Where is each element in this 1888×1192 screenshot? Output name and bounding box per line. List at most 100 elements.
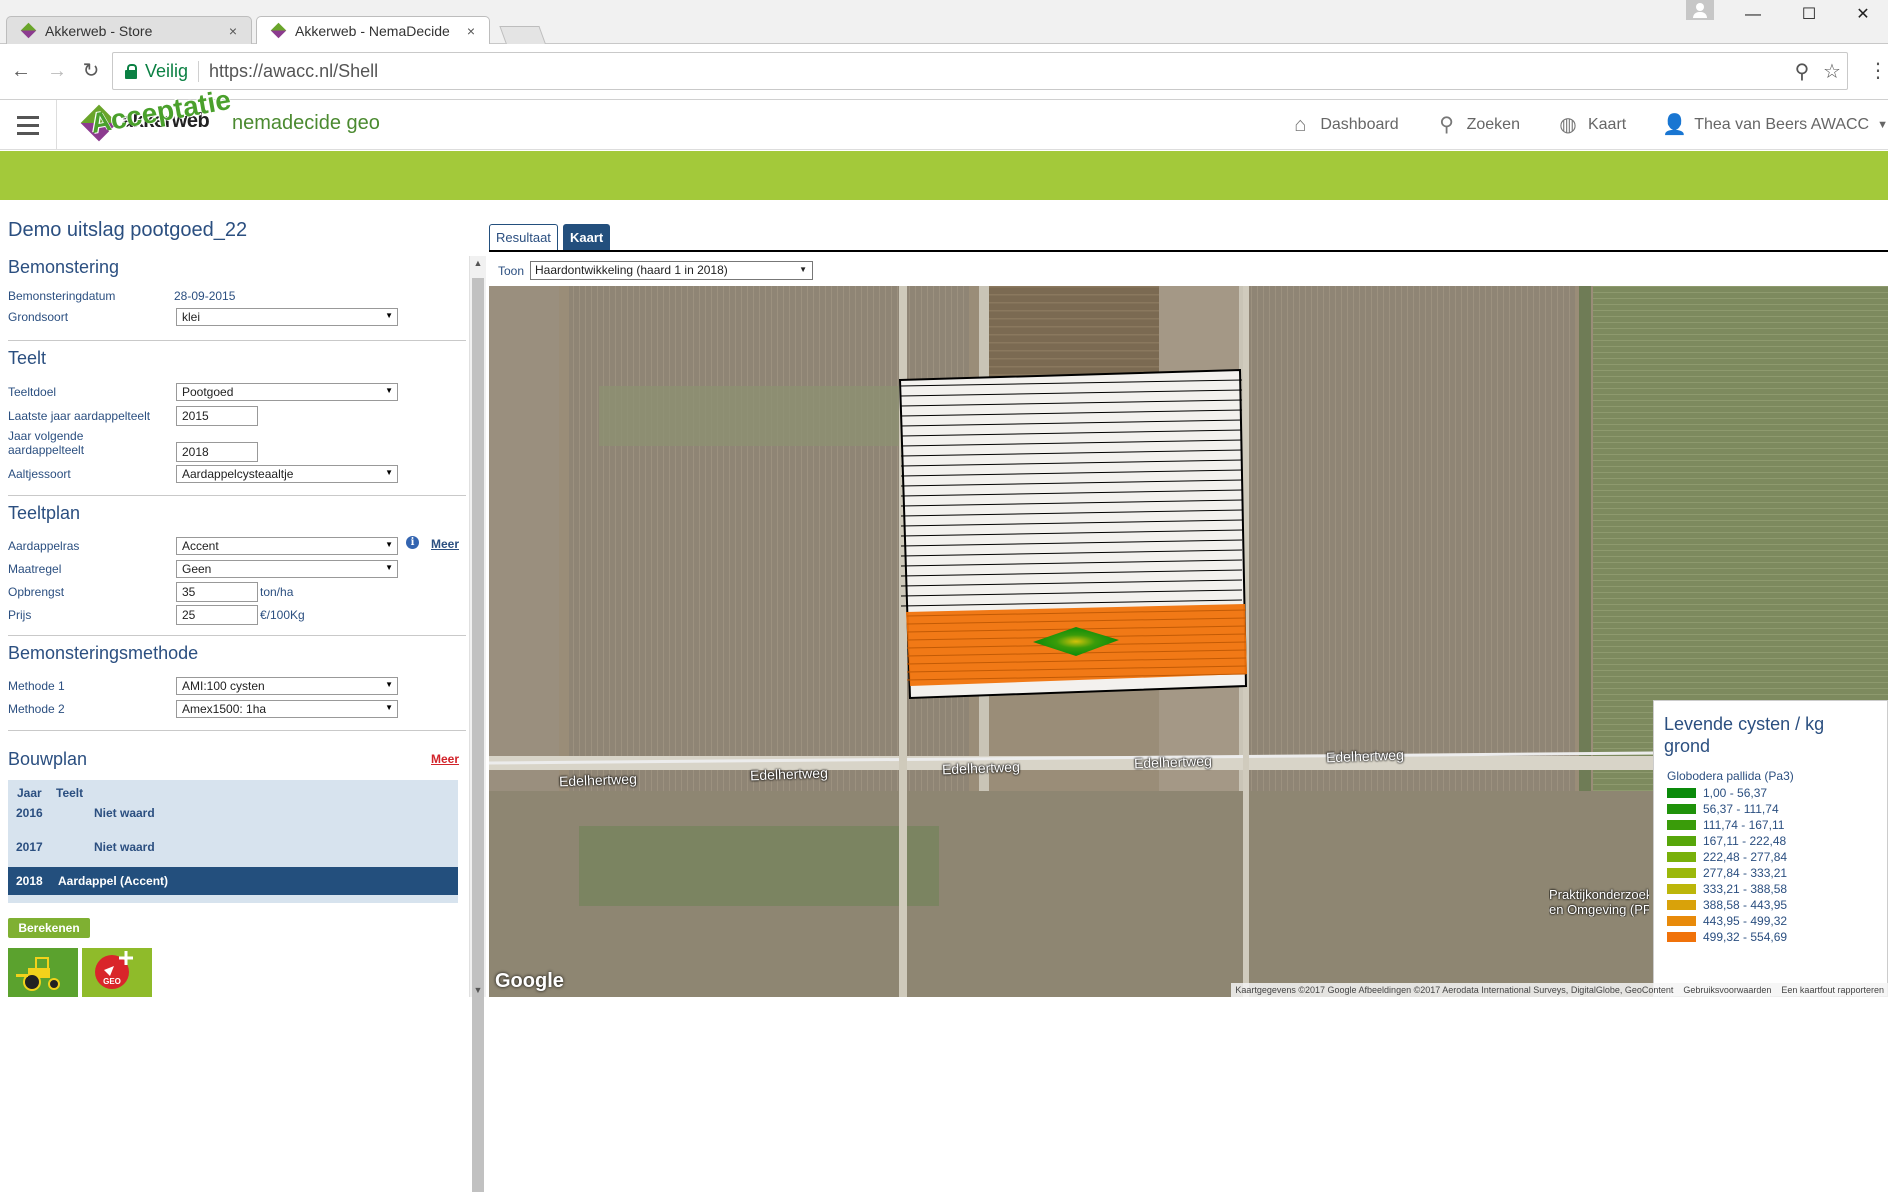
omnibox[interactable]: Veilig https://awacc.nl/Shell ⚲ ☆ [112,52,1848,90]
tab-close-icon[interactable]: × [225,23,241,39]
reload-icon[interactable]: ↻ [78,58,104,84]
akkerweb-favicon-icon [21,23,37,39]
bouwplan-col-jaar: Jaar [17,786,42,800]
scroll-up-icon[interactable]: ▲ [470,258,486,268]
satellite-map[interactable]: Edelhertweg Edelhertweg Edelhertweg Edel… [489,286,1888,997]
geo-tile[interactable]: GEO [82,948,152,997]
star-icon[interactable]: ☆ [1817,59,1847,84]
maatregel-label: Maatregel [8,562,62,576]
legend-subtitle: Globodera pallida (Pa3) [1667,769,1794,783]
aardappelras-select[interactable]: Accent [176,537,398,555]
nav-zoeken-label: Zoeken [1466,116,1520,133]
bouwplan-teelt: Aardappel (Accent) [58,874,169,888]
divider [8,495,466,496]
map-legend: Levende cysten / kg grond Globodera pall… [1653,700,1888,997]
prijs-input[interactable]: 25 [176,605,258,625]
grondsoort-label: Grondsoort [8,310,69,324]
forward-icon[interactable]: → [44,58,70,84]
methode2-select[interactable]: Amex1500: 1ha [176,700,398,718]
nav-dashboard-label: Dashboard [1320,116,1399,133]
prijs-unit: €/100Kg [260,608,305,622]
report-link[interactable]: Een kaartfout rapporteren [1781,985,1884,995]
legend-label: 443,95 - 499,32 [1703,914,1788,928]
secure-label: Veilig [145,60,200,82]
bouwplan-row[interactable]: 2016 Niet waard [8,799,458,827]
nav-kaart[interactable]: ◍ Kaart [1556,113,1626,137]
profile-icon[interactable] [1686,0,1714,20]
toon-select[interactable]: Haardontwikkeling (haard 1 in 2018) [530,261,813,280]
caret-down-icon: ▼ [1877,119,1888,131]
teeltdoel-select[interactable]: Pootgoed [176,383,398,401]
back-icon[interactable]: ← [8,58,34,84]
google-logo[interactable]: Google [495,970,564,993]
legend-label: 56,37 - 111,74 [1703,802,1779,816]
prijs-label: Prijs [8,608,32,622]
bouwplan-row[interactable]: 2017 Niet waard [8,833,458,861]
new-tab-button[interactable] [499,26,547,46]
legend-swatch [1667,852,1696,862]
result-tabs: Resultaat Kaart [489,224,1888,252]
browser-tabstrip: Akkerweb - Store × Akkerweb - NemaDecide… [0,0,1888,46]
bouwplan-jaar: 2017 [16,840,43,854]
legend-label: 111,74 - 167,11 [1703,818,1785,832]
section-teelt-title: Teelt [8,348,47,368]
hamburger-menu-icon[interactable] [0,100,57,150]
laatste-jaar-input[interactable]: 2015 [176,406,258,426]
nav-dashboard[interactable]: ⌂ Dashboard [1288,113,1398,137]
lock-icon [125,64,137,79]
zoom-icon[interactable]: ⚲ [1787,59,1817,84]
grondsoort-select[interactable]: klei [176,308,398,326]
tab-title: Akkerweb - Store [45,22,153,39]
akkerweb-favicon-icon [271,23,287,39]
tab-kaart[interactable]: Kaart [563,224,611,250]
methode1-select[interactable]: AMI:100 cysten [176,677,398,695]
section-bemonstering-title: Bemonstering [8,257,120,277]
terms-link[interactable]: Gebruiksvoorwaarden [1683,985,1771,995]
tab-resultaat[interactable]: Resultaat [489,224,558,250]
scroll-down-icon[interactable]: ▼ [470,985,486,995]
minimize-button[interactable]: — [1730,2,1776,28]
place-label-line1: Praktijkonderzoek Pla [1549,887,1649,902]
place-label: Praktijkonderzoek Pla en Omgeving (PP [1549,887,1649,917]
home-icon: ⌂ [1294,114,1307,136]
left-panel-scrollbar[interactable]: ▲ ▼ [469,256,486,1192]
legend-label: 1,00 - 56,37 [1703,786,1768,800]
aardappelras-meer-link[interactable]: Meer [431,537,459,551]
bouwplan-row-selected[interactable]: 2018 Aardappel (Accent) [8,867,458,895]
info-icon[interactable]: i [406,536,419,549]
road-label: Edelhertweg [941,758,1021,778]
tab-close-icon[interactable]: × [463,23,479,39]
legend-label: 388,58 - 443,95 [1703,898,1788,912]
bouwplan-meer-link[interactable]: Meer [431,752,459,766]
nav-zoeken[interactable]: ⚲ Zoeken [1435,113,1520,137]
globe-icon: ◍ [1559,114,1577,136]
toon-label: Toon [498,264,525,278]
bemonsteringdatum-value: 28-09-2015 [174,289,236,303]
divider [8,730,466,731]
page-title: Demo uitslag pootgoed_22 [8,219,248,241]
nav-kaart-label: Kaart [1587,116,1627,133]
menu-dots-icon[interactable]: ⋮ [1868,58,1888,83]
map-attribution: Kaartgegevens ©2017 Google Afbeeldingen … [1231,983,1888,997]
nav-user[interactable]: 👤 Thea van Beers AWACC ▼ [1662,113,1888,137]
opbrengst-input[interactable]: 35 [176,582,258,602]
aardappelras-label: Aardappelras [8,539,80,553]
browser-tab-nemadecide[interactable]: Akkerweb - NemaDecide × [256,16,490,45]
tractor-tile[interactable] [8,948,78,997]
bouwplan-table: Jaar Teelt 2016 Niet waard 2017 Niet waa… [8,780,458,903]
aaltjessoort-select[interactable]: Aardappelcysteaaltje [176,465,398,483]
maatregel-select[interactable]: Geen [176,560,398,578]
scroll-thumb[interactable] [472,278,484,1192]
opbrengst-label: Opbrengst [8,585,65,599]
legend-swatch [1667,804,1696,814]
browser-tab-store[interactable]: Akkerweb - Store × [6,16,252,44]
bouwplan-teelt: Niet waard [94,840,155,854]
berekenen-button[interactable]: Berekenen [8,918,90,938]
close-window-button[interactable]: ✕ [1840,2,1886,28]
search-icon: ⚲ [1439,114,1454,136]
url-text[interactable]: https://awacc.nl/Shell [199,61,1787,82]
maximize-button[interactable]: ☐ [1786,2,1832,28]
volgend-jaar-input[interactable]: 2018 [176,442,258,462]
road-label: Edelhertweg [1325,746,1405,766]
aaltjessoort-label: Aaltjessoort [8,467,71,481]
